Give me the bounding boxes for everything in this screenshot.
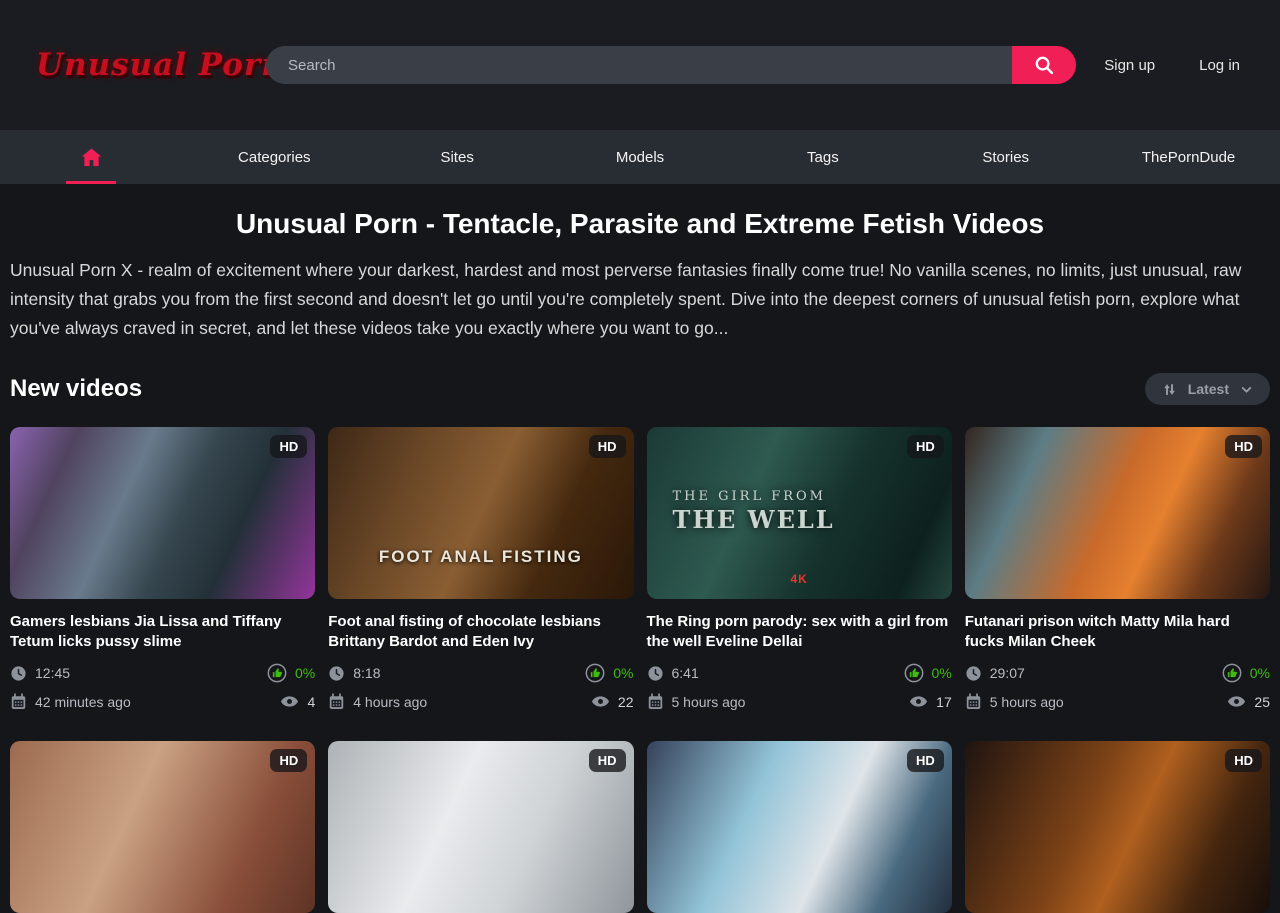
calendar-icon xyxy=(10,693,27,710)
eye-icon xyxy=(280,692,299,711)
video-card: HD Futanari prison witch Matty Mila hard… xyxy=(965,427,1270,711)
thumbs-up-icon[interactable] xyxy=(1222,663,1242,683)
clock-icon xyxy=(328,665,345,682)
nav-item-theporndude[interactable]: ThePornDude xyxy=(1097,130,1280,184)
hd-badge: HD xyxy=(1225,749,1262,772)
calendar-icon xyxy=(647,693,664,710)
poster-line-1: THE GIRL FROM xyxy=(673,489,826,504)
video-thumbnail[interactable]: HD xyxy=(10,741,315,913)
hd-badge: HD xyxy=(589,749,626,772)
video-rating: 0% xyxy=(932,665,952,681)
video-card: HD xyxy=(647,741,952,913)
video-duration: 6:41 xyxy=(672,665,699,681)
calendar-icon xyxy=(965,693,982,710)
clock-icon xyxy=(965,665,982,682)
nav-item-home[interactable] xyxy=(0,130,183,184)
nav-item-tags[interactable]: Tags xyxy=(731,130,914,184)
video-title[interactable]: The Ring porn parody: sex with a girl fr… xyxy=(647,612,952,652)
sort-selected-label: Latest xyxy=(1188,381,1229,397)
page-title: Unusual Porn - Tentacle, Parasite and Ex… xyxy=(10,208,1270,240)
video-rating: 0% xyxy=(295,665,315,681)
poster-4k-tag: 4K xyxy=(647,572,952,586)
site-header: Unusual Porn Sign up Log in xyxy=(0,0,1280,130)
search-button[interactable] xyxy=(1012,46,1076,84)
video-title[interactable]: Foot anal fisting of chocolate lesbians … xyxy=(328,612,633,652)
nav-item-models[interactable]: Models xyxy=(549,130,732,184)
video-age: 5 hours ago xyxy=(672,694,746,710)
thumbs-up-icon[interactable] xyxy=(904,663,924,683)
eye-icon xyxy=(909,692,928,711)
hd-badge: HD xyxy=(589,435,626,458)
search-icon xyxy=(1033,54,1055,76)
video-thumbnail[interactable]: HD xyxy=(965,427,1270,599)
home-icon xyxy=(79,146,104,169)
eye-icon xyxy=(591,692,610,711)
hd-badge: HD xyxy=(270,749,307,772)
video-card: HD FOOT ANAL FISTING Foot anal fisting o… xyxy=(328,427,633,711)
search-input[interactable] xyxy=(266,46,1012,84)
poster-line-2: THE WELL xyxy=(673,505,835,534)
video-card: HD xyxy=(10,741,315,913)
video-card: HD xyxy=(328,741,633,913)
video-meta: 29:07 0% 5 hours ago 25 xyxy=(965,663,1270,711)
auth-links: Sign up Log in xyxy=(1104,57,1244,74)
video-age: 5 hours ago xyxy=(990,694,1064,710)
thumbnail-caption: FOOT ANAL FISTING xyxy=(328,547,633,567)
login-link[interactable]: Log in xyxy=(1199,57,1240,74)
sort-icon xyxy=(1162,382,1177,397)
video-age: 42 minutes ago xyxy=(35,694,131,710)
thumbs-up-icon[interactable] xyxy=(267,663,287,683)
video-card: HD xyxy=(965,741,1270,913)
video-meta: 8:18 0% 4 hours ago 22 xyxy=(328,663,633,711)
site-logo[interactable]: Unusual Porn xyxy=(36,50,226,81)
nav-item-sites[interactable]: Sites xyxy=(366,130,549,184)
thumbs-up-icon[interactable] xyxy=(585,663,605,683)
sort-dropdown[interactable]: Latest xyxy=(1145,373,1270,405)
page-description: Unusual Porn X - realm of excitement whe… xyxy=(10,256,1270,343)
video-thumbnail[interactable]: HD xyxy=(10,427,315,599)
nav-item-categories[interactable]: Categories xyxy=(183,130,366,184)
video-thumbnail[interactable]: HD xyxy=(328,741,633,913)
video-thumbnail[interactable]: HD FOOT ANAL FISTING xyxy=(328,427,633,599)
signup-link[interactable]: Sign up xyxy=(1104,57,1155,74)
video-rating: 0% xyxy=(613,665,633,681)
thumbnail-poster-text: THE GIRL FROM THE WELL xyxy=(673,487,835,534)
hd-badge: HD xyxy=(270,435,307,458)
video-title[interactable]: Gamers lesbians Jia Lissa and Tiffany Te… xyxy=(10,612,315,652)
video-duration: 12:45 xyxy=(35,665,70,681)
video-rating: 0% xyxy=(1250,665,1270,681)
section-header: New videos Latest xyxy=(10,373,1270,405)
chevron-down-icon xyxy=(1240,383,1253,396)
section-title: New videos xyxy=(10,375,142,403)
nav-item-stories[interactable]: Stories xyxy=(914,130,1097,184)
hd-badge: HD xyxy=(907,435,944,458)
video-card: HD THE GIRL FROM THE WELL 4K The Ring po… xyxy=(647,427,952,711)
calendar-icon xyxy=(328,693,345,710)
clock-icon xyxy=(647,665,664,682)
video-title[interactable]: Futanari prison witch Matty Mila hard fu… xyxy=(965,612,1270,652)
video-meta: 6:41 0% 5 hours ago 17 xyxy=(647,663,952,711)
video-age: 4 hours ago xyxy=(353,694,427,710)
video-views: 22 xyxy=(618,694,634,710)
video-thumbnail[interactable]: HD xyxy=(965,741,1270,913)
site-logo-text: Unusual Porn xyxy=(36,50,226,81)
video-thumbnail[interactable]: HD xyxy=(647,741,952,913)
video-grid: HD Gamers lesbians Jia Lissa and Tiffany… xyxy=(0,427,1280,913)
video-views: 4 xyxy=(307,694,315,710)
video-thumbnail[interactable]: HD THE GIRL FROM THE WELL 4K xyxy=(647,427,952,599)
video-views: 17 xyxy=(936,694,952,710)
main-nav: Categories Sites Models Tags Stories The… xyxy=(0,130,1280,184)
search-bar xyxy=(266,46,1076,84)
video-duration: 29:07 xyxy=(990,665,1025,681)
hd-badge: HD xyxy=(1225,435,1262,458)
eye-icon xyxy=(1227,692,1246,711)
video-duration: 8:18 xyxy=(353,665,380,681)
video-meta: 12:45 0% 42 minutes ago 4 xyxy=(10,663,315,711)
hd-badge: HD xyxy=(907,749,944,772)
clock-icon xyxy=(10,665,27,682)
main-content: Unusual Porn - Tentacle, Parasite and Ex… xyxy=(0,208,1280,913)
video-card: HD Gamers lesbians Jia Lissa and Tiffany… xyxy=(10,427,315,711)
video-views: 25 xyxy=(1254,694,1270,710)
